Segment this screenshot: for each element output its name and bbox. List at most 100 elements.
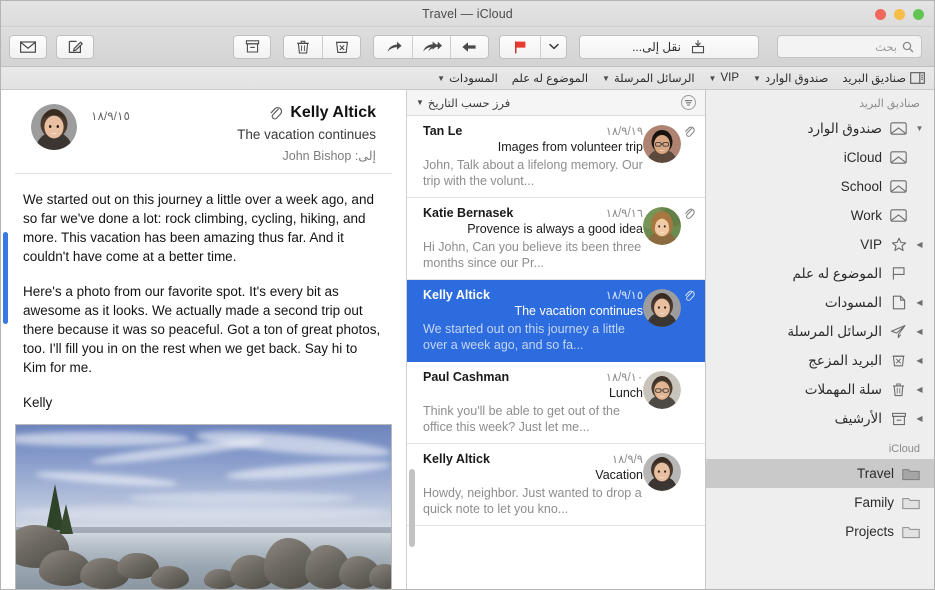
sort-by-control[interactable]: فرز حسب التاريخ ▼ <box>416 96 510 110</box>
message-date: ١٨/٩/١٥ <box>91 109 130 123</box>
sidebar-item-junk[interactable]: ◀ البريد المزعج <box>706 346 934 375</box>
message-date: ١٨/٩/٩ <box>611 454 643 466</box>
search-icon <box>902 41 914 52</box>
reader-scrollbar[interactable] <box>3 232 8 324</box>
trash-icon <box>297 40 309 54</box>
reply-all-button[interactable] <box>412 35 450 58</box>
disclosure-triangle-icon[interactable]: ◀ <box>915 414 924 423</box>
close-button[interactable] <box>875 9 886 20</box>
sidebar-item-projects[interactable]: Projects <box>706 517 934 546</box>
message-sender: Kelly Altick <box>423 452 490 466</box>
reading-pane: ١٨/٩/١٥ Kelly Altick The vacation contin… <box>1 90 406 589</box>
message-list-header: فرز حسب التاريخ ▼ <box>407 90 705 116</box>
search-input[interactable]: بحث <box>777 35 922 58</box>
sidebar-item-work[interactable]: Work <box>706 201 934 230</box>
fav-inbox[interactable]: صندوق الوارد ▼ <box>753 71 828 85</box>
message-sender: Paul Cashman <box>423 370 510 384</box>
get-mail-button[interactable] <box>9 34 47 59</box>
sidebar-item-label: iCloud <box>843 150 882 165</box>
minimize-button[interactable] <box>894 9 905 20</box>
row-top: ١٨/٩/٩ Kelly Altick Vacation Howdy, neig… <box>417 452 695 517</box>
attached-photo[interactable] <box>15 424 392 589</box>
message-list-item[interactable]: ١٨/٩/١٦ Katie Bernasek Provence is alway… <box>407 198 705 280</box>
compose-button[interactable] <box>56 34 94 59</box>
message-list-item[interactable]: ١٨/٩/١٩ Tan Le Images from volunteer tri… <box>407 116 705 198</box>
message-subject: Provence is always a good idea <box>467 222 643 236</box>
fav-vip[interactable]: VIP ▼ <box>709 72 739 84</box>
fav-mailboxes-toggle[interactable]: صناديق البريد <box>842 71 925 85</box>
sidebar-section-mailboxes: صناديق البريد <box>859 98 920 110</box>
sidebar-item-label: البريد المزعج <box>808 352 882 368</box>
sidebar-item-label: Work <box>850 208 882 223</box>
disclosure-triangle-icon[interactable]: ◀ <box>915 356 924 365</box>
sidebar-item-vip[interactable]: ◀ VIP <box>706 230 934 259</box>
filter-icon[interactable] <box>681 95 696 110</box>
sender-name: Kelly Altick <box>290 104 376 121</box>
message-body: We started out on this journey a little … <box>1 174 406 422</box>
disclosure-triangle-icon[interactable]: ◀ <box>915 385 924 394</box>
row-top: ١٨/٩/١٦ Katie Bernasek Provence is alway… <box>417 206 695 271</box>
attachment-indicator <box>681 452 695 453</box>
disclosure-triangle-icon[interactable]: ◀ <box>915 298 924 307</box>
disclosure-triangle-icon[interactable]: ▼ <box>915 124 924 133</box>
trash-icon <box>889 382 908 398</box>
sidebar-item-school[interactable]: School <box>706 172 934 201</box>
to-name[interactable]: John Bishop <box>283 149 352 163</box>
flag-button[interactable] <box>500 36 540 58</box>
forward-button[interactable] <box>374 36 412 58</box>
attachment-indicator <box>681 124 695 144</box>
sidebar-item-sent[interactable]: ◀ الرسائل المرسلة <box>706 317 934 346</box>
flag-outline-icon <box>889 266 908 282</box>
message-list-item-selected[interactable]: ١٨/٩/١٥ Kelly Altick The vacation contin… <box>407 280 705 362</box>
disclosure-triangle-icon[interactable]: ◀ <box>915 327 924 336</box>
message-list-item[interactable]: ١٨/٩/٩ Kelly Altick Vacation Howdy, neig… <box>407 444 705 526</box>
sidebar-item-icloud[interactable]: iCloud <box>706 143 934 172</box>
row-texts: ١٨/٩/١٦ Katie Bernasek Provence is alway… <box>417 206 643 271</box>
row-texts: ١٨/٩/١٩ Tan Le Images from volunteer tri… <box>417 124 643 189</box>
reply-button[interactable] <box>450 35 488 58</box>
message-subject: The vacation continues <box>237 127 376 142</box>
message-list: فرز حسب التاريخ ▼ ١٨/٩/١٩ Tan Le Images … <box>406 90 705 589</box>
recipient-line: إلى: John Bishop <box>144 148 376 163</box>
flag-icon <box>515 40 526 53</box>
fav-drafts[interactable]: المسودات ▼ <box>437 71 498 85</box>
folder-icon <box>901 495 920 511</box>
sidebar-item-trash[interactable]: ◀ سلة المهملات <box>706 375 934 404</box>
message-date: ١٨/٩/١٦ <box>605 208 643 220</box>
sidebar-item-family[interactable]: Family <box>706 488 934 517</box>
sidebar-item-travel[interactable]: Travel <box>706 459 934 488</box>
delete-button[interactable] <box>284 36 322 58</box>
drafts-icon <box>889 295 908 311</box>
row-line1: ١٨/٩/١٦ Katie Bernasek <box>423 206 643 220</box>
message-preview: We started out on this journey a little … <box>423 322 625 352</box>
row-line1: ١٨/٩/١٠ Paul Cashman <box>423 370 643 384</box>
row-line1: ١٨/٩/١٩ Tan Le <box>423 124 643 138</box>
row-top: ١٨/٩/١٩ Tan Le Images from volunteer tri… <box>417 124 695 189</box>
message-list-scrollbar[interactable] <box>409 469 415 547</box>
attachment-icon <box>685 208 695 219</box>
disclosure-triangle-icon[interactable]: ◀ <box>915 240 924 249</box>
photo-tree <box>59 503 74 534</box>
message-header-text: Kelly Altick The vacation continues إلى:… <box>144 104 376 163</box>
sidebar-item-inbox[interactable]: ▼ صندوق الوارد <box>706 114 934 143</box>
flag-dropdown-button[interactable] <box>540 35 566 58</box>
fav-sent[interactable]: الرسائل المرسلة ▼ <box>602 71 695 85</box>
sidebar-item-label: Travel <box>856 466 894 481</box>
sidebar-item-archive[interactable]: ◀ الأرشيف <box>706 404 934 433</box>
sidebar-item-label: VIP <box>860 237 882 252</box>
chevron-down-icon: ▼ <box>416 98 424 107</box>
junk-button[interactable] <box>322 35 360 58</box>
avatar <box>643 371 681 409</box>
move-to-label: نقل إلى... <box>632 39 681 54</box>
folder-icon <box>901 524 920 540</box>
move-to-button[interactable]: نقل إلى... <box>579 34 759 59</box>
message-list-item[interactable]: ١٨/٩/١٠ Paul Cashman Lunch Think you'll … <box>407 362 705 444</box>
sidebar-item-drafts[interactable]: ◀ المسودات <box>706 288 934 317</box>
sidebar-item-flagged[interactable]: الموضوع له علم <box>706 259 934 288</box>
fav-flagged[interactable]: الموضوع له علم <box>512 71 588 85</box>
sender-avatar <box>31 104 77 150</box>
message-subject: The vacation continues <box>514 304 643 318</box>
zoom-button[interactable] <box>913 9 924 20</box>
archive-button[interactable] <box>233 34 271 59</box>
funnel-glyph <box>684 99 693 106</box>
